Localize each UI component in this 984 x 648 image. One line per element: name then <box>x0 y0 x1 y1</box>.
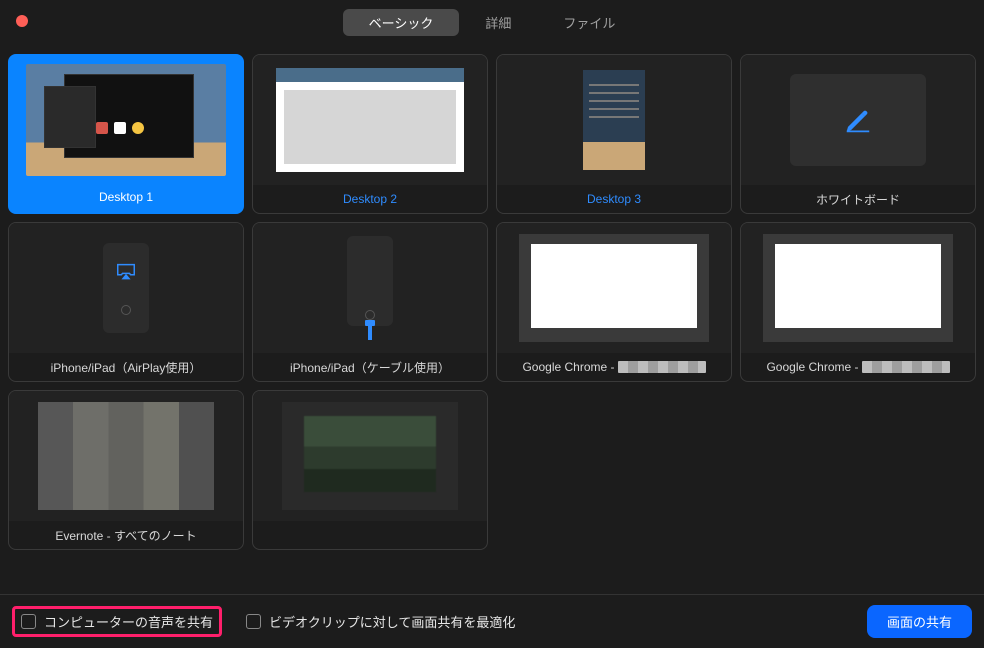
thumb-whiteboard <box>741 55 975 185</box>
checkbox-label: コンピューターの音声を共有 <box>44 612 213 631</box>
thumb-iphone-airplay <box>9 223 243 353</box>
tile-label: Desktop 2 <box>253 185 487 213</box>
titlebar: ベーシック 詳細 ファイル <box>0 0 984 44</box>
mode-tabs: ベーシック 詳細 ファイル <box>343 9 642 36</box>
tile-label: ホワイトボード <box>741 185 975 213</box>
window-controls <box>16 15 28 27</box>
tile-label: Google Chrome - <box>497 353 731 381</box>
share-button[interactable]: 画面の共有 <box>867 605 972 638</box>
thumb-unlabeled <box>253 391 487 521</box>
tab-advanced[interactable]: 詳細 <box>459 9 537 36</box>
tile-label <box>253 521 487 549</box>
checkbox-box-icon <box>21 614 36 629</box>
thumb-desktop-3 <box>497 55 731 185</box>
thumb-desktop-2 <box>253 55 487 185</box>
home-button-icon <box>365 310 375 320</box>
share-screen-dialog: ベーシック 詳細 ファイル Desktop 1 <box>0 0 984 648</box>
tile-label: Desktop 1 <box>11 183 241 211</box>
checkbox-label: ビデオクリップに対して画面共有を最適化 <box>269 612 515 631</box>
thumb-desktop-1 <box>11 57 241 183</box>
tile-whiteboard[interactable]: ホワイトボード <box>740 54 976 214</box>
tile-label: Evernote - すべてのノート <box>9 521 243 549</box>
pencil-icon <box>843 105 873 135</box>
redacted-text <box>618 361 706 373</box>
cable-icon <box>368 326 372 340</box>
redacted-text <box>862 361 950 373</box>
thumb-iphone-cable <box>253 223 487 353</box>
tab-basic[interactable]: ベーシック <box>343 9 460 36</box>
tile-chrome-2[interactable]: Google Chrome - <box>740 222 976 382</box>
tile-label: iPhone/iPad（AirPlay使用） <box>9 353 243 381</box>
tile-chrome-1[interactable]: Google Chrome - <box>496 222 732 382</box>
thumb-evernote <box>9 391 243 521</box>
checkbox-box-icon <box>246 614 261 629</box>
home-button-icon <box>121 305 131 315</box>
footer-bar: コンピューターの音声を共有 ビデオクリップに対して画面共有を最適化 画面の共有 <box>0 594 984 648</box>
tile-desktop-2[interactable]: Desktop 2 <box>252 54 488 214</box>
tile-label-prefix: Google Chrome - <box>766 360 858 374</box>
tile-label-prefix: Google Chrome - <box>522 360 614 374</box>
tile-label: Desktop 3 <box>497 185 731 213</box>
thumb-chrome-2 <box>741 223 975 353</box>
checkbox-optimize-video-clip[interactable]: ビデオクリップに対して画面共有を最適化 <box>240 608 521 635</box>
tile-evernote[interactable]: Evernote - すべてのノート <box>8 390 244 550</box>
source-grid: Desktop 1 Desktop 2 Desktop 3 <box>0 44 984 550</box>
tile-iphone-airplay[interactable]: iPhone/iPad（AirPlay使用） <box>8 222 244 382</box>
tile-unlabeled[interactable] <box>252 390 488 550</box>
close-icon[interactable] <box>16 15 28 27</box>
thumb-chrome-1 <box>497 223 731 353</box>
tile-iphone-cable[interactable]: iPhone/iPad（ケーブル使用） <box>252 222 488 382</box>
checkbox-share-computer-audio[interactable]: コンピューターの音声を共有 <box>12 606 222 637</box>
tile-desktop-1[interactable]: Desktop 1 <box>8 54 244 214</box>
airplay-icon <box>115 262 137 287</box>
tab-files[interactable]: ファイル <box>537 9 641 36</box>
tile-desktop-3[interactable]: Desktop 3 <box>496 54 732 214</box>
tile-label: iPhone/iPad（ケーブル使用） <box>253 353 487 381</box>
tile-label: Google Chrome - <box>741 353 975 381</box>
